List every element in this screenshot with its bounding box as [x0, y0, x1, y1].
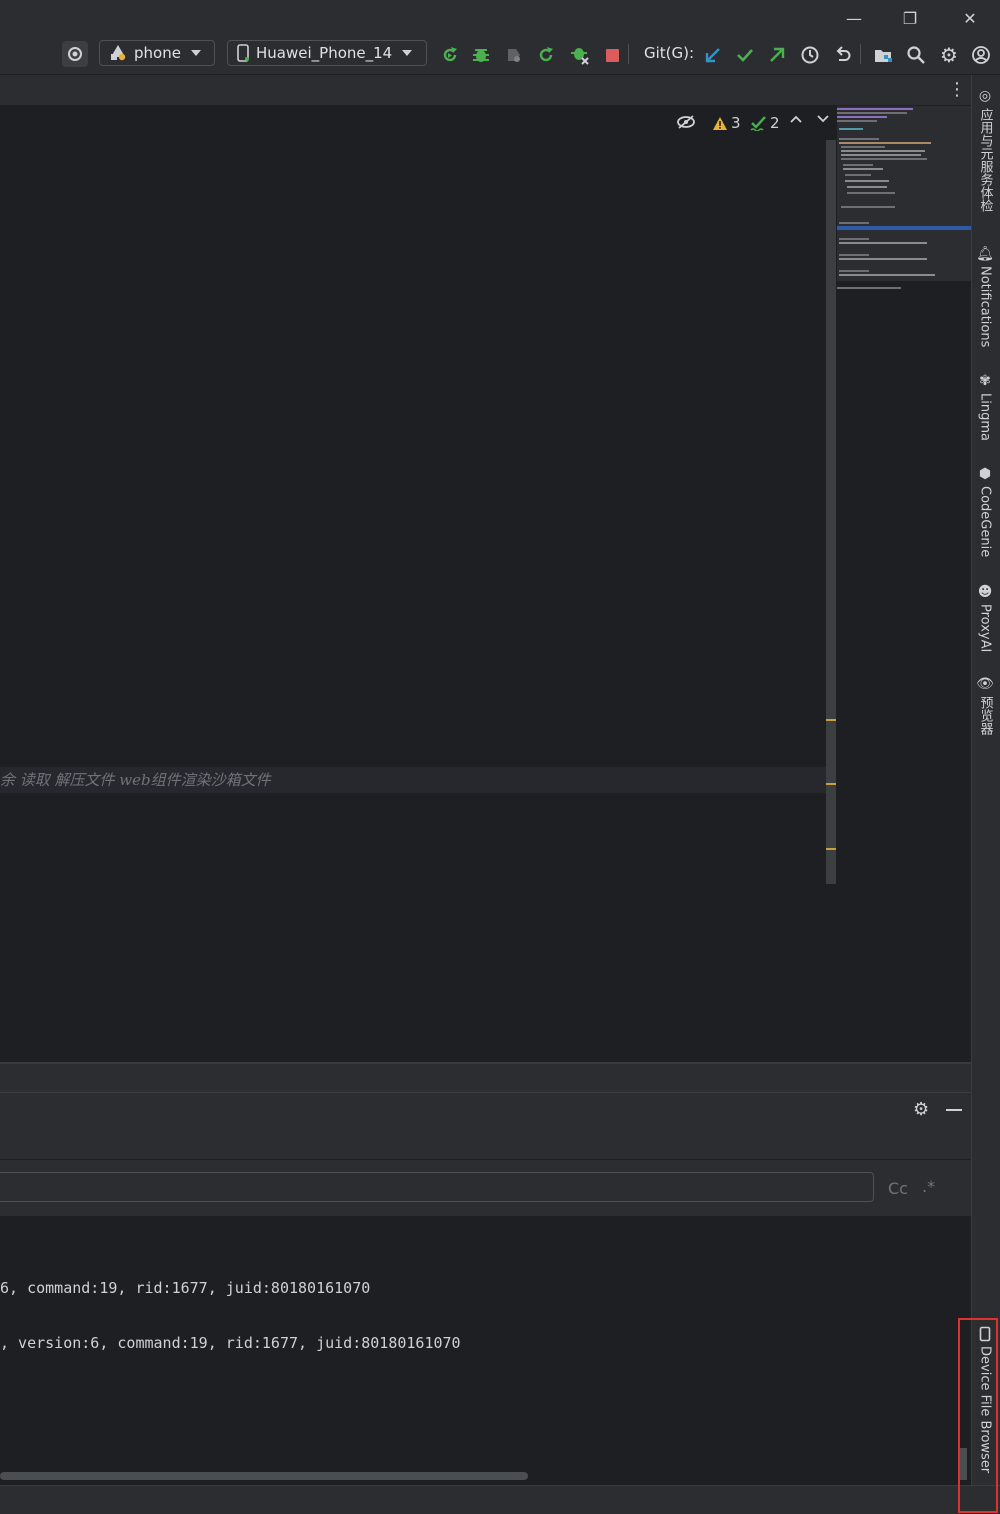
hide-panel-icon[interactable] — [946, 1109, 962, 1111]
tool-label: 应用与元服务体检 — [977, 108, 993, 212]
typo-check-icon — [750, 116, 766, 131]
app-health-icon: ◎ — [978, 88, 992, 104]
typo-count: 2 — [770, 114, 780, 132]
log-toolbar — [0, 1092, 971, 1129]
warning-marker[interactable] — [826, 848, 836, 850]
warning-count: 3 — [731, 114, 741, 132]
tool-lingma[interactable]: ✾ Lingma — [974, 373, 996, 441]
typos-indicator[interactable]: 2 — [750, 114, 780, 132]
log-settings-icon[interactable]: ⚙ — [913, 1099, 929, 1120]
annotation-highlight-box — [958, 1318, 998, 1513]
log-line: 6, command:19, rid:1677, juid:8018016107… — [0, 1279, 371, 1297]
tool-proxyai[interactable]: ☻ ProxyAI — [974, 584, 996, 652]
proxyai-icon: ☻ — [977, 584, 993, 600]
close-icon: ✕ — [963, 8, 977, 28]
rollback-icon[interactable] — [830, 42, 856, 68]
minimap-line — [837, 287, 901, 289]
tool-label: Lingma — [977, 393, 993, 441]
project-structure-icon[interactable] — [870, 42, 896, 68]
tool-label: Notifications — [977, 266, 993, 348]
code-minimap[interactable] — [837, 106, 971, 281]
search-icon[interactable] — [903, 42, 929, 68]
editor-vertical-scrollbar[interactable] — [826, 140, 836, 884]
phone-icon — [237, 44, 249, 62]
module-label: phone — [134, 44, 181, 62]
warning-icon — [713, 116, 727, 130]
git-commit-icon[interactable] — [732, 42, 758, 68]
bell-icon: 🔔︎ — [976, 246, 994, 262]
codegenie-icon: ⬢ — [978, 466, 992, 482]
stop-icon[interactable] — [599, 42, 625, 68]
chevron-down-icon — [402, 50, 413, 56]
chevron-down-icon — [190, 50, 201, 56]
warnings-indicator[interactable]: 3 — [712, 114, 741, 132]
debug-icon[interactable] — [468, 42, 494, 68]
regex-toggle[interactable]: .* — [922, 1177, 935, 1196]
code-comment: 余 读取 解压文件 web组件渲染沙箱文件 — [0, 771, 271, 789]
device-selector[interactable]: Huawei_Phone_14 — [227, 40, 427, 66]
git-label: Git(G): — [644, 44, 695, 62]
warning-marker[interactable] — [826, 719, 836, 721]
tool-app-health[interactable]: ◎ 应用与元服务体检 — [974, 88, 996, 212]
run-icon[interactable] — [437, 42, 463, 68]
editor-tab-strip — [0, 75, 971, 106]
minimize-icon: — — [846, 8, 862, 28]
reader-mode-icon[interactable] — [676, 114, 696, 130]
chevron-down-icon — [817, 115, 829, 123]
tool-label: CodeGenie — [977, 486, 993, 558]
tool-label: 预览器 — [977, 696, 993, 735]
target-icon[interactable] — [62, 41, 88, 67]
restore-button[interactable]: ❐ — [880, 0, 940, 36]
module-icon — [111, 45, 126, 61]
eye-icon: 👁︎ — [976, 676, 994, 692]
log-horizontal-scrollbar[interactable] — [0, 1472, 528, 1480]
git-push-icon[interactable] — [764, 42, 790, 68]
device-label: Huawei_Phone_14 — [256, 44, 393, 62]
log-search-input[interactable] — [0, 1172, 874, 1202]
tool-codegenie[interactable]: ⬢ CodeGenie — [974, 466, 996, 557]
log-filter-bar — [0, 1128, 971, 1160]
profile-icon[interactable] — [501, 42, 527, 68]
next-highlight-button[interactable] — [816, 114, 830, 124]
previous-highlight-button[interactable] — [789, 114, 803, 124]
attach-debugger-icon[interactable] — [567, 42, 593, 68]
log-line: , version:6, command:19, rid:1677, juid:… — [0, 1334, 461, 1352]
git-update-icon[interactable] — [700, 42, 726, 68]
warning-marker[interactable] — [826, 783, 836, 785]
bottom-tool-header — [0, 1064, 971, 1092]
account-icon[interactable] — [968, 42, 994, 68]
module-selector[interactable]: phone — [99, 40, 215, 66]
history-icon[interactable] — [797, 42, 823, 68]
match-case-toggle[interactable]: Cc — [888, 1179, 908, 1198]
settings-icon[interactable]: ⚙ — [936, 42, 962, 68]
toolbar-separator — [860, 44, 861, 64]
tool-notifications[interactable]: 🔔︎ Notifications — [974, 246, 996, 347]
restore-icon: ❐ — [902, 8, 918, 28]
apply-changes-icon[interactable] — [533, 42, 559, 68]
more-options-icon[interactable]: ⋮ — [948, 79, 966, 100]
toolbar-separator — [628, 44, 629, 64]
tool-previewer[interactable]: 👁︎ 预览器 — [974, 676, 996, 735]
tool-label: ProxyAI — [977, 604, 993, 653]
lingma-icon: ✾ — [979, 373, 991, 389]
minimize-button[interactable]: — — [824, 0, 884, 36]
close-button[interactable]: ✕ — [940, 0, 1000, 36]
status-bar — [0, 1485, 1000, 1514]
chevron-up-icon — [790, 115, 802, 123]
